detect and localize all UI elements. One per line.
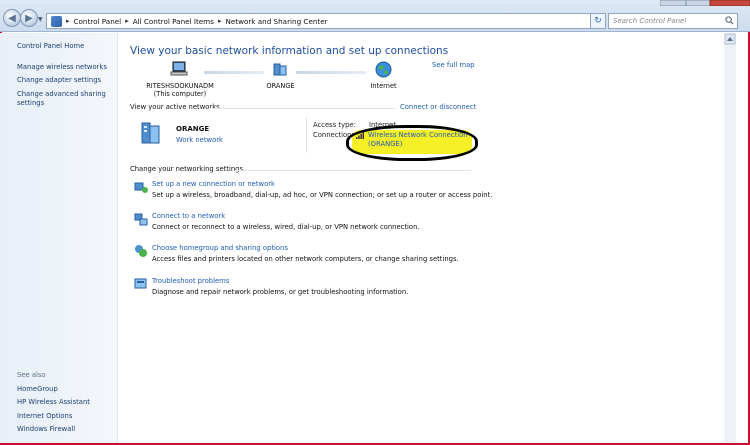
task-description: Diagnose and repair network problems, or… bbox=[152, 288, 409, 296]
breadcrumb-network-sharing[interactable]: Network and Sharing Center bbox=[225, 17, 327, 26]
see-also-heading: See also bbox=[17, 371, 46, 379]
sidebar: Control Panel Home Manage wireless netwo… bbox=[0, 33, 118, 443]
sidebar-item-windows-firewall[interactable]: Windows Firewall bbox=[17, 425, 75, 434]
sidebar-item-hp-wireless[interactable]: HP Wireless Assistant bbox=[17, 398, 90, 407]
computer-name-label: RITESHSOOKUNADM bbox=[146, 82, 214, 90]
title-bar: ◀ ▶ ▼ ▸ Control Panel ▸ All Control Pane… bbox=[0, 0, 750, 32]
change-settings-heading: Change your networking settings bbox=[130, 165, 244, 173]
sidebar-item-manage-wireless[interactable]: Manage wireless networks bbox=[17, 63, 107, 72]
task-title[interactable]: Set up a new connection or network bbox=[152, 180, 275, 188]
sidebar-item-homegroup[interactable]: HomeGroup bbox=[17, 385, 58, 394]
minimize-button bbox=[660, 0, 687, 6]
chevron-right-icon[interactable]: ▸ bbox=[66, 17, 70, 25]
connect-disconnect-link[interactable]: Connect or disconnect bbox=[400, 103, 476, 111]
new-connection-icon bbox=[134, 182, 148, 193]
address-bar[interactable]: ▸ Control Panel ▸ All Control Panel Item… bbox=[46, 13, 606, 29]
chevron-right-icon[interactable]: ▸ bbox=[218, 17, 222, 25]
work-network-icon bbox=[141, 122, 160, 144]
history-dropdown-icon[interactable]: ▼ bbox=[38, 16, 44, 23]
close-button bbox=[709, 0, 750, 6]
vertical-divider bbox=[306, 117, 307, 153]
map-network-name: ORANGE bbox=[266, 82, 295, 90]
search-icon[interactable] bbox=[725, 16, 734, 25]
connection-line bbox=[296, 71, 366, 74]
active-networks-heading: View your active networks bbox=[130, 103, 220, 111]
control-panel-icon bbox=[51, 15, 62, 27]
work-network-link[interactable]: Work network bbox=[176, 136, 223, 144]
refresh-button[interactable]: ↻ bbox=[590, 13, 606, 29]
see-full-map-link[interactable]: See full map bbox=[432, 61, 475, 69]
sidebar-item-internet-options[interactable]: Internet Options bbox=[17, 412, 72, 421]
map-internet-label: Internet bbox=[370, 82, 397, 90]
globe-icon bbox=[375, 61, 392, 78]
wireless-signal-icon bbox=[356, 132, 364, 139]
computer-sub-label: (This computer) bbox=[153, 90, 207, 98]
wireless-connection-link[interactable]: Wireless Network Connection (ORANGE) bbox=[368, 131, 468, 148]
window-controls bbox=[660, 0, 750, 6]
task-description: Set up a wireless, broadband, dial-up, a… bbox=[152, 191, 493, 199]
maximize-button bbox=[685, 0, 711, 6]
computer-icon bbox=[170, 61, 188, 76]
scrollbar[interactable] bbox=[724, 33, 736, 443]
task-title[interactable]: Connect to a network bbox=[152, 212, 225, 220]
back-button[interactable]: ◀ bbox=[3, 9, 21, 27]
network-name: ORANGE bbox=[176, 125, 210, 133]
task-description: Access files and printers located on oth… bbox=[152, 255, 459, 263]
connection-line bbox=[204, 71, 264, 74]
homegroup-icon bbox=[135, 245, 147, 257]
network-icon bbox=[273, 63, 287, 76]
sidebar-item-advanced-sharing[interactable]: Change advanced sharing settings bbox=[17, 90, 112, 107]
task-title[interactable]: Choose homegroup and sharing options bbox=[152, 244, 288, 252]
forward-button[interactable]: ▶ bbox=[20, 9, 38, 27]
access-type-label: Access type: bbox=[313, 121, 356, 129]
page-title: View your basic network information and … bbox=[130, 45, 449, 57]
chevron-right-icon[interactable]: ▸ bbox=[125, 17, 129, 25]
divider bbox=[236, 170, 471, 171]
main-content: View your basic network information and … bbox=[118, 33, 736, 443]
breadcrumb-control-panel[interactable]: Control Panel bbox=[74, 17, 122, 26]
search-input[interactable]: Search Control Panel bbox=[608, 13, 738, 29]
sidebar-item-adapter-settings[interactable]: Change adapter settings bbox=[17, 76, 101, 85]
troubleshoot-icon bbox=[134, 278, 147, 289]
connection-ssid-line: (ORANGE) bbox=[368, 139, 403, 148]
sidebar-item-control-panel-home[interactable]: Control Panel Home bbox=[17, 42, 84, 51]
divider bbox=[210, 108, 396, 109]
computer-name: RITESHSOOKUNADM (This computer) bbox=[140, 82, 220, 98]
connect-network-icon bbox=[134, 213, 148, 226]
search-placeholder: Search Control Panel bbox=[613, 17, 687, 25]
task-title[interactable]: Troubleshoot problems bbox=[152, 277, 229, 285]
breadcrumb-all-items[interactable]: All Control Panel Items bbox=[133, 17, 214, 26]
task-description: Connect or reconnect to a wireless, wire… bbox=[152, 223, 420, 231]
connection-name-line: Wireless Network Connection bbox=[368, 131, 468, 139]
